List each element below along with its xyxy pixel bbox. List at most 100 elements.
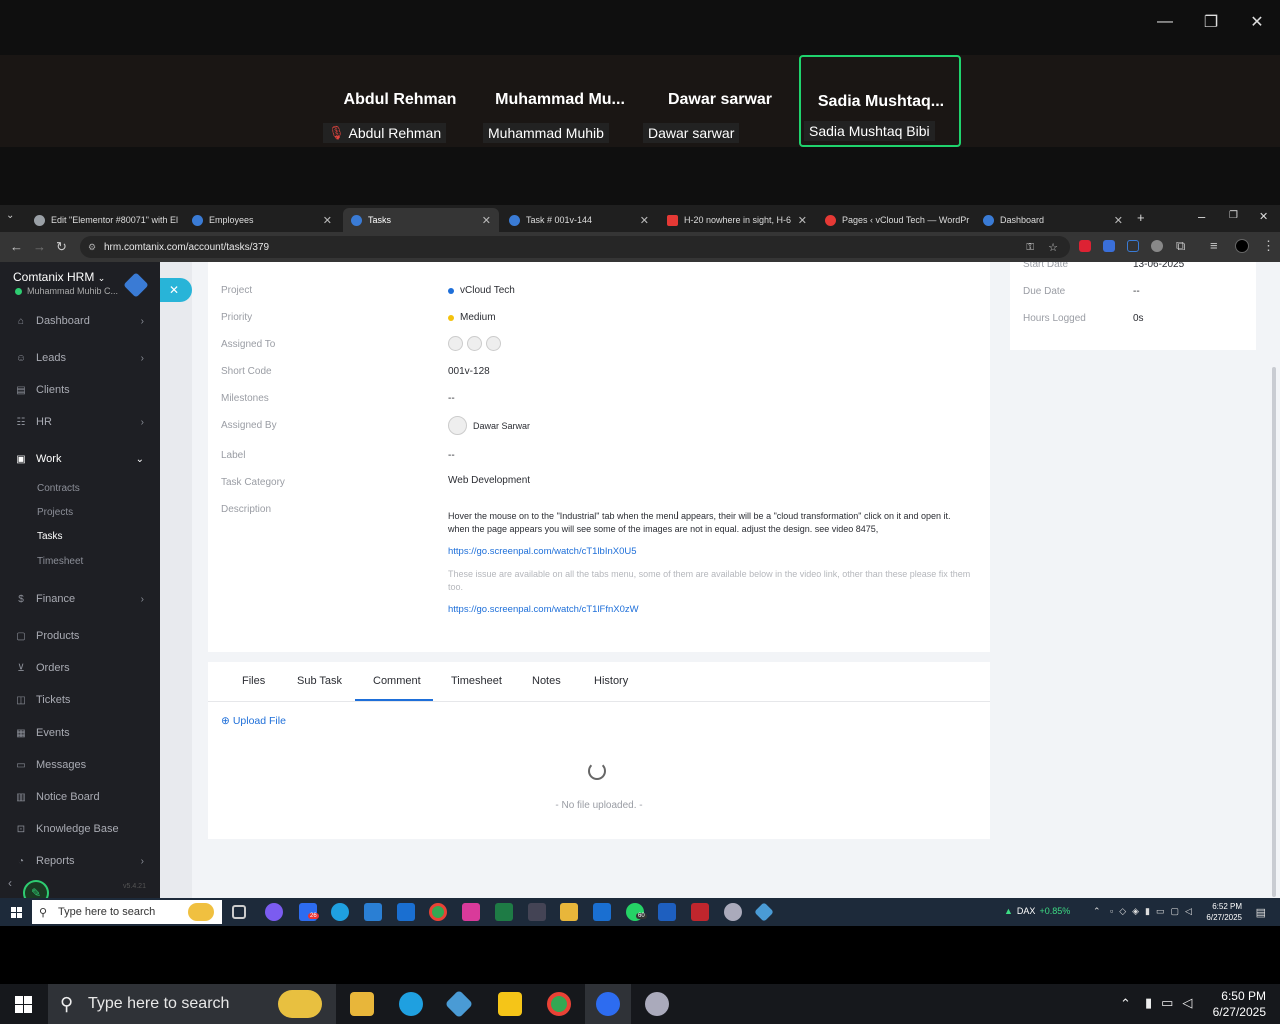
taskbar-clock[interactable]: 6:50 PM 6/27/2025 (1213, 988, 1266, 1020)
tab-close-icon[interactable]: ✕ (323, 214, 332, 227)
sidebar-item-finance[interactable]: $ Finance › (0, 588, 160, 610)
sidebar-subitem-timesheet[interactable]: Timesheet (37, 556, 83, 567)
participant-tile[interactable]: Dawar sarwar Dawar sarwar (640, 55, 800, 147)
file-explorer-icon[interactable] (560, 903, 578, 921)
sidebar-item-products[interactable]: ▢ Products (0, 625, 160, 647)
participant-tile[interactable]: Muhammad Mu... Muhammad Muhib (480, 55, 640, 147)
browser-restore-icon[interactable]: ❐ (1229, 210, 1238, 221)
close-panel-icon[interactable]: ✕ (160, 278, 192, 302)
taskbar-search[interactable]: ⚲ Type here to search (48, 984, 336, 1024)
tab-notes[interactable]: Notes (532, 675, 561, 687)
participant-tile[interactable]: Abdul Rehman 🎙︎ Abdul Rehman (320, 55, 480, 147)
key-icon[interactable]: ⚿ (1026, 242, 1034, 253)
sidebar-item-hr[interactable]: ☷ HR › (0, 411, 160, 433)
tab-close-icon[interactable]: ✕ (1114, 214, 1123, 227)
filezilla-icon[interactable] (691, 903, 709, 921)
scrollbar[interactable] (1272, 367, 1276, 897)
brand-name[interactable]: Comtanix HRM ⌄ (13, 270, 105, 284)
app-icon[interactable] (724, 903, 742, 921)
tab-comment[interactable]: Comment (373, 675, 421, 687)
reload-icon[interactable]: ↻ (56, 239, 67, 255)
video-link[interactable]: https://go.screenpal.com/watch/cT1lFfnX0… (448, 604, 639, 615)
participant-tile-active[interactable]: Sadia Mushtaq... Sadia Mushtaq Bibi (799, 55, 961, 147)
avatar[interactable] (448, 336, 463, 351)
sidebar-item-work[interactable]: ▣ Work ⌄ (0, 448, 160, 470)
browser-minimize-icon[interactable]: – (1198, 209, 1205, 224)
restore-icon[interactable]: ❐ (1188, 8, 1234, 36)
chrome-icon[interactable] (429, 903, 447, 921)
sidebar-item-dashboard[interactable]: ⌂ Dashboard › (0, 310, 160, 332)
task-view-icon[interactable] (232, 905, 246, 919)
bookmark-star-icon[interactable]: ☆ (1048, 241, 1058, 254)
chrome-icon[interactable] (547, 992, 571, 1016)
sidebar-item-orders[interactable]: ⊻ Orders (0, 657, 160, 679)
forward-icon[interactable]: → (33, 239, 46, 254)
windows-start-icon[interactable] (15, 996, 32, 1013)
extension-icon[interactable] (1151, 240, 1163, 252)
browser-tab[interactable]: H-20 nowhere in sight, H-6 ✕ (659, 208, 815, 232)
tab-sub-task[interactable]: Sub Task (297, 675, 342, 687)
tab-close-icon[interactable]: ✕ (482, 214, 491, 227)
browser-close-icon[interactable]: ✕ (1259, 210, 1268, 223)
minimize-icon[interactable]: — (1142, 8, 1188, 36)
site-info-icon[interactable]: ⚙ (88, 242, 96, 253)
sidebar-item-events[interactable]: ▦ Events (0, 722, 160, 744)
app-icon[interactable] (658, 903, 676, 921)
tab-close-icon[interactable]: ✕ (640, 214, 649, 227)
sticky-notes-icon[interactable] (498, 992, 522, 1016)
taskbar-search[interactable]: ⚲ Type here to search (32, 900, 222, 924)
avatar[interactable] (486, 336, 501, 351)
avatar[interactable] (467, 336, 482, 351)
notifications-icon[interactable]: ▤ (1256, 906, 1266, 919)
sidebar-item-tickets[interactable]: ◫ Tickets (0, 689, 160, 711)
collapse-sidebar-icon[interactable]: ‹ (8, 876, 12, 890)
extensions-puzzle-icon[interactable]: ⧉ (1176, 238, 1185, 254)
extension-icon[interactable] (1103, 240, 1115, 252)
close-icon[interactable]: ✕ (1234, 8, 1280, 36)
sidebar-item-notice-board[interactable]: ▥ Notice Board (0, 786, 160, 808)
sidebar-subitem-contracts[interactable]: Contracts (37, 483, 80, 494)
sidebar-item-messages[interactable]: ▭ Messages (0, 754, 160, 776)
tray-chevron-icon[interactable]: ⌃ (1120, 996, 1131, 1012)
app-icon[interactable] (462, 903, 480, 921)
tray-icons[interactable]: ▮▭◁ (1145, 995, 1201, 1011)
excel-icon[interactable] (495, 903, 513, 921)
browser-tab-active[interactable]: Tasks ✕ (343, 208, 499, 232)
app-icon[interactable] (645, 992, 669, 1016)
project-value[interactable]: vCloud Tech (448, 285, 515, 296)
upload-file-button[interactable]: ⊕ Upload File (221, 715, 286, 727)
sidebar-subitem-tasks[interactable]: Tasks (37, 531, 63, 542)
zoom-icon[interactable] (596, 992, 620, 1016)
sidebar-item-reports[interactable]: ◔ Reports › (0, 850, 160, 872)
browser-tab[interactable]: Edit "Elementor #80071" with El✕ (26, 208, 182, 232)
profile-avatar[interactable] (1235, 239, 1249, 253)
taskbar-clock[interactable]: 6:52 PM 6/27/2025 (1206, 901, 1242, 923)
extension-icon[interactable] (1079, 240, 1091, 252)
app-icon[interactable] (444, 989, 474, 1019)
assigned-by-value[interactable]: Dawar Sarwar (448, 416, 530, 435)
browser-tab[interactable]: Employees ✕ (184, 208, 340, 232)
tab-timesheet[interactable]: Timesheet (451, 675, 502, 687)
tab-files[interactable]: Files (242, 675, 265, 687)
outlook-icon[interactable] (397, 903, 415, 921)
extension-icon[interactable] (1127, 240, 1139, 252)
menu-kebab-icon[interactable]: ⋮ (1262, 238, 1275, 254)
browser-tab[interactable]: Task # 001v-144 ✕ (501, 208, 657, 232)
edge-icon[interactable] (399, 992, 423, 1016)
pen-tool-icon[interactable] (528, 903, 546, 921)
sidebar-item-leads[interactable]: ☺ Leads › (0, 347, 160, 369)
edge-icon[interactable] (331, 903, 349, 921)
file-explorer-icon[interactable] (350, 992, 374, 1016)
windows-start-icon[interactable] (11, 907, 22, 918)
vscode-icon[interactable] (364, 903, 382, 921)
media-controls-icon[interactable]: ≡ (1210, 238, 1218, 253)
browser-tab[interactable]: Pages ‹ vCloud Tech — WordPr✕ (817, 208, 973, 232)
tab-close-icon[interactable]: ✕ (798, 214, 807, 227)
stock-widget[interactable]: ▲ DAX +0.85% (1004, 906, 1070, 916)
url-field[interactable]: ⚙ hrm.comtanix.com/account/tasks/379 ⚿ ☆ (80, 236, 1070, 258)
sidebar-item-knowledge-base[interactable]: ⊡ Knowledge Base (0, 818, 160, 840)
app-icon[interactable] (754, 902, 774, 922)
outlook-icon[interactable] (593, 903, 611, 921)
copilot-icon[interactable] (265, 903, 283, 921)
tab-search-icon[interactable]: ⌄ (6, 210, 14, 221)
